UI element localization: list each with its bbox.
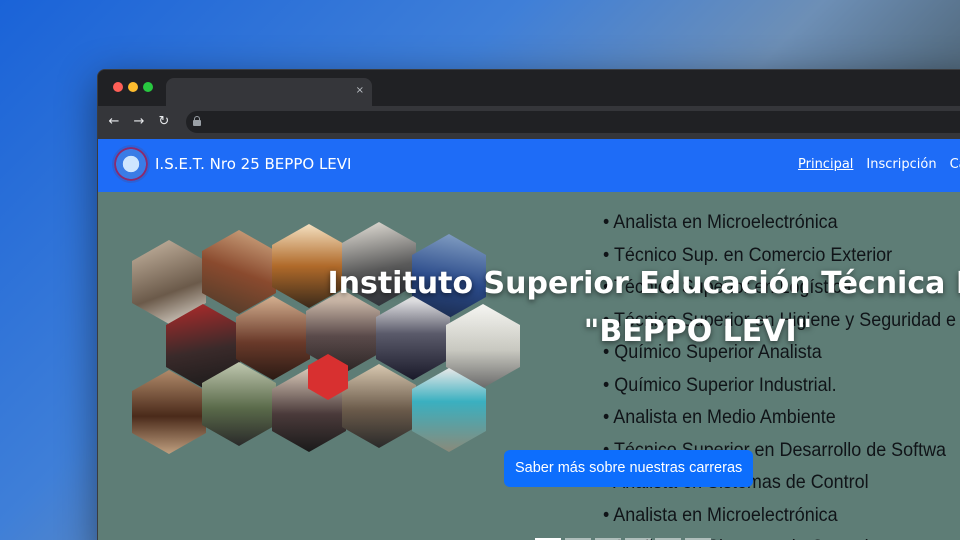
minimize-window-button[interactable]	[128, 82, 138, 92]
nav-link-carreras[interactable]: Carre	[950, 157, 960, 172]
maximize-window-button[interactable]	[143, 82, 153, 92]
career-item: Analista en Microelectrónica	[603, 206, 956, 239]
careers-list: Analista en Microelectrónica Técnico Sup…	[603, 206, 960, 540]
title-bar: ×	[98, 70, 960, 106]
hero-title-line1: Instituto Superior Educación Técnica Nro…	[327, 266, 960, 301]
nav-link-principal[interactable]: Principal	[798, 157, 853, 172]
hero-title: Instituto Superior Educación Técnica Nro…	[98, 260, 960, 356]
career-item: Analista en Medio Ambiente	[603, 401, 956, 434]
institute-logo[interactable]	[112, 145, 150, 183]
collage-photo	[342, 364, 416, 448]
close-window-button[interactable]	[113, 82, 123, 92]
hero-carousel: Analista en Microelectrónica Técnico Sup…	[98, 192, 960, 540]
browser-toolbar: ← → ↻	[98, 106, 960, 139]
back-arrow-icon[interactable]: ←	[106, 114, 122, 130]
browser-tab[interactable]: ×	[166, 78, 372, 106]
brand-name[interactable]: I.S.E.T. Nro 25 BEPPO LEVI	[155, 155, 351, 173]
lock-icon	[193, 116, 201, 126]
hero-title-line2: "BEPPO LEVI"	[583, 314, 813, 349]
forward-arrow-icon[interactable]: →	[131, 114, 147, 130]
career-item: Químico Superior Industrial.	[603, 369, 956, 402]
site-navbar: I.S.E.T. Nro 25 BEPPO LEVI Principal Ins…	[98, 139, 960, 192]
browser-window: × ← → ↻ I.S.E.T. Nro 25 BEPPO LEVI Princ…	[97, 69, 960, 540]
reload-icon[interactable]: ↻	[156, 114, 172, 130]
nav-links: Principal Inscripción Carre	[798, 157, 960, 172]
tab-close-icon[interactable]: ×	[356, 84, 364, 98]
careers-cta-button[interactable]: Saber más sobre nuestras carreras	[504, 450, 754, 487]
nav-link-inscripcion[interactable]: Inscripción	[866, 157, 936, 172]
web-page: I.S.E.T. Nro 25 BEPPO LEVI Principal Ins…	[98, 139, 960, 540]
career-item: Analista en Microelectrónica	[603, 499, 956, 532]
address-bar[interactable]	[186, 111, 960, 133]
